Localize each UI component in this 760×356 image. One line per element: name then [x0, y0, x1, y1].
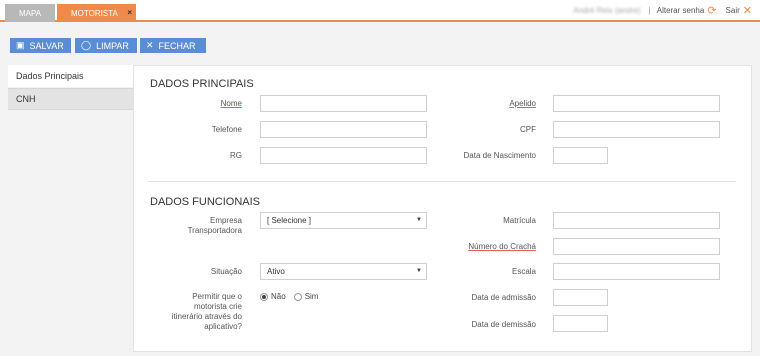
matricula-label: Matrícula — [503, 216, 536, 225]
empresa-label: Empresa Transportadora — [170, 216, 242, 236]
permitir-label: Permitir que o motorista crie itinerário… — [152, 292, 242, 332]
top-bar: MAPA MOTORISTA × André Reis (andre) | Al… — [0, 0, 760, 22]
section-divider — [148, 181, 736, 182]
data-nascimento-input[interactable] — [553, 147, 608, 164]
tab-close-icon[interactable]: × — [127, 8, 132, 17]
telefone-input[interactable] — [260, 121, 427, 138]
permitir-radio-group: Não Sim — [260, 292, 326, 301]
nome-label: Nome — [220, 99, 242, 108]
x-icon: ✕ — [146, 40, 154, 50]
radio-nao-label: Não — [271, 292, 286, 301]
header-separator: | — [648, 5, 651, 15]
circle-icon: ◯ — [81, 40, 92, 50]
refresh-icon: ⟳ — [707, 4, 717, 17]
rg-input[interactable] — [260, 147, 427, 164]
data-demissao-input[interactable] — [553, 315, 608, 332]
data-nascimento-label: Data de Nascimento — [463, 151, 536, 160]
permitir-label-line3: itinerário através do — [171, 312, 242, 321]
numero-cracha-input[interactable] — [553, 238, 720, 255]
side-tab-cnh-label: CNH — [16, 94, 36, 104]
side-tab-dados-principais[interactable]: Dados Principais — [8, 65, 133, 87]
tab-mapa-label: MAPA — [18, 8, 42, 18]
close-icon: ✕ — [742, 4, 752, 17]
radio-nao[interactable] — [260, 292, 268, 301]
radio-sim[interactable] — [293, 292, 302, 301]
situacao-label: Situação — [210, 267, 242, 276]
chevron-down-icon: ▼ — [416, 217, 422, 223]
save-button-label: SALVAR — [29, 40, 64, 51]
empresa-label-line1: Empresa — [209, 216, 242, 225]
tab-motorista-label: MOTORISTA — [71, 8, 118, 18]
escala-label: Escala — [511, 267, 536, 276]
rg-label: RG — [230, 151, 242, 160]
section-dados-principais-title: DADOS PRINCIPAIS — [150, 78, 254, 90]
matricula-input[interactable] — [553, 212, 720, 229]
data-admissao-input[interactable] — [553, 289, 608, 306]
close-button[interactable]: ✕ FECHAR — [140, 38, 206, 53]
clear-button[interactable]: ◯ LIMPAR — [75, 38, 137, 53]
empresa-select[interactable]: [ Selecione ] ▼ — [260, 212, 427, 229]
save-icon: ▣ — [16, 40, 25, 50]
change-password-link[interactable]: Alterar senha ⟳ — [657, 4, 717, 17]
logout-link[interactable]: Sair ✕ — [726, 4, 752, 17]
data-demissao-label: Data de demissão — [471, 320, 536, 329]
tab-mapa[interactable]: MAPA — [5, 4, 55, 22]
cpf-input[interactable] — [553, 121, 720, 138]
empresa-select-value: [ Selecione ] — [267, 216, 312, 225]
save-button[interactable]: ▣ SALVAR — [10, 38, 71, 53]
logout-label: Sair — [725, 5, 740, 15]
escala-input[interactable] — [553, 263, 720, 280]
clear-button-label: LIMPAR — [96, 40, 129, 51]
change-password-label: Alterar senha — [656, 5, 705, 15]
permitir-label-line1: Permitir que o — [192, 292, 242, 301]
data-admissao-label: Data de admissão — [471, 293, 536, 302]
side-tab-dados-label: Dados Principais — [16, 71, 84, 81]
cpf-label: CPF — [520, 125, 536, 134]
close-button-label: FECHAR — [158, 40, 196, 51]
nome-input[interactable] — [260, 95, 427, 112]
situacao-select-value: Ativo — [267, 267, 285, 276]
situacao-select[interactable]: Ativo ▼ — [260, 263, 427, 280]
radio-sim-label: Sim — [304, 292, 319, 301]
permitir-label-line4: aplicativo? — [204, 322, 242, 331]
section-dados-funcionais-title: DADOS FUNCIONAIS — [150, 196, 261, 208]
apelido-input[interactable] — [553, 95, 720, 112]
apelido-label: Apelido — [509, 99, 536, 108]
numero-cracha-label: Número do Crachá — [468, 242, 536, 251]
chevron-down-icon: ▼ — [416, 268, 422, 274]
user-name: André Reis (andre) — [573, 5, 641, 15]
tab-motorista[interactable]: MOTORISTA × — [57, 4, 136, 22]
side-tab-cnh[interactable]: CNH — [8, 88, 133, 110]
telefone-label: Telefone — [211, 125, 242, 134]
empresa-label-line2: Transportadora — [187, 226, 242, 235]
permitir-label-line2: motorista crie — [193, 302, 242, 311]
header-actions: André Reis (andre) | Alterar senha ⟳ Sai… — [573, 3, 752, 17]
